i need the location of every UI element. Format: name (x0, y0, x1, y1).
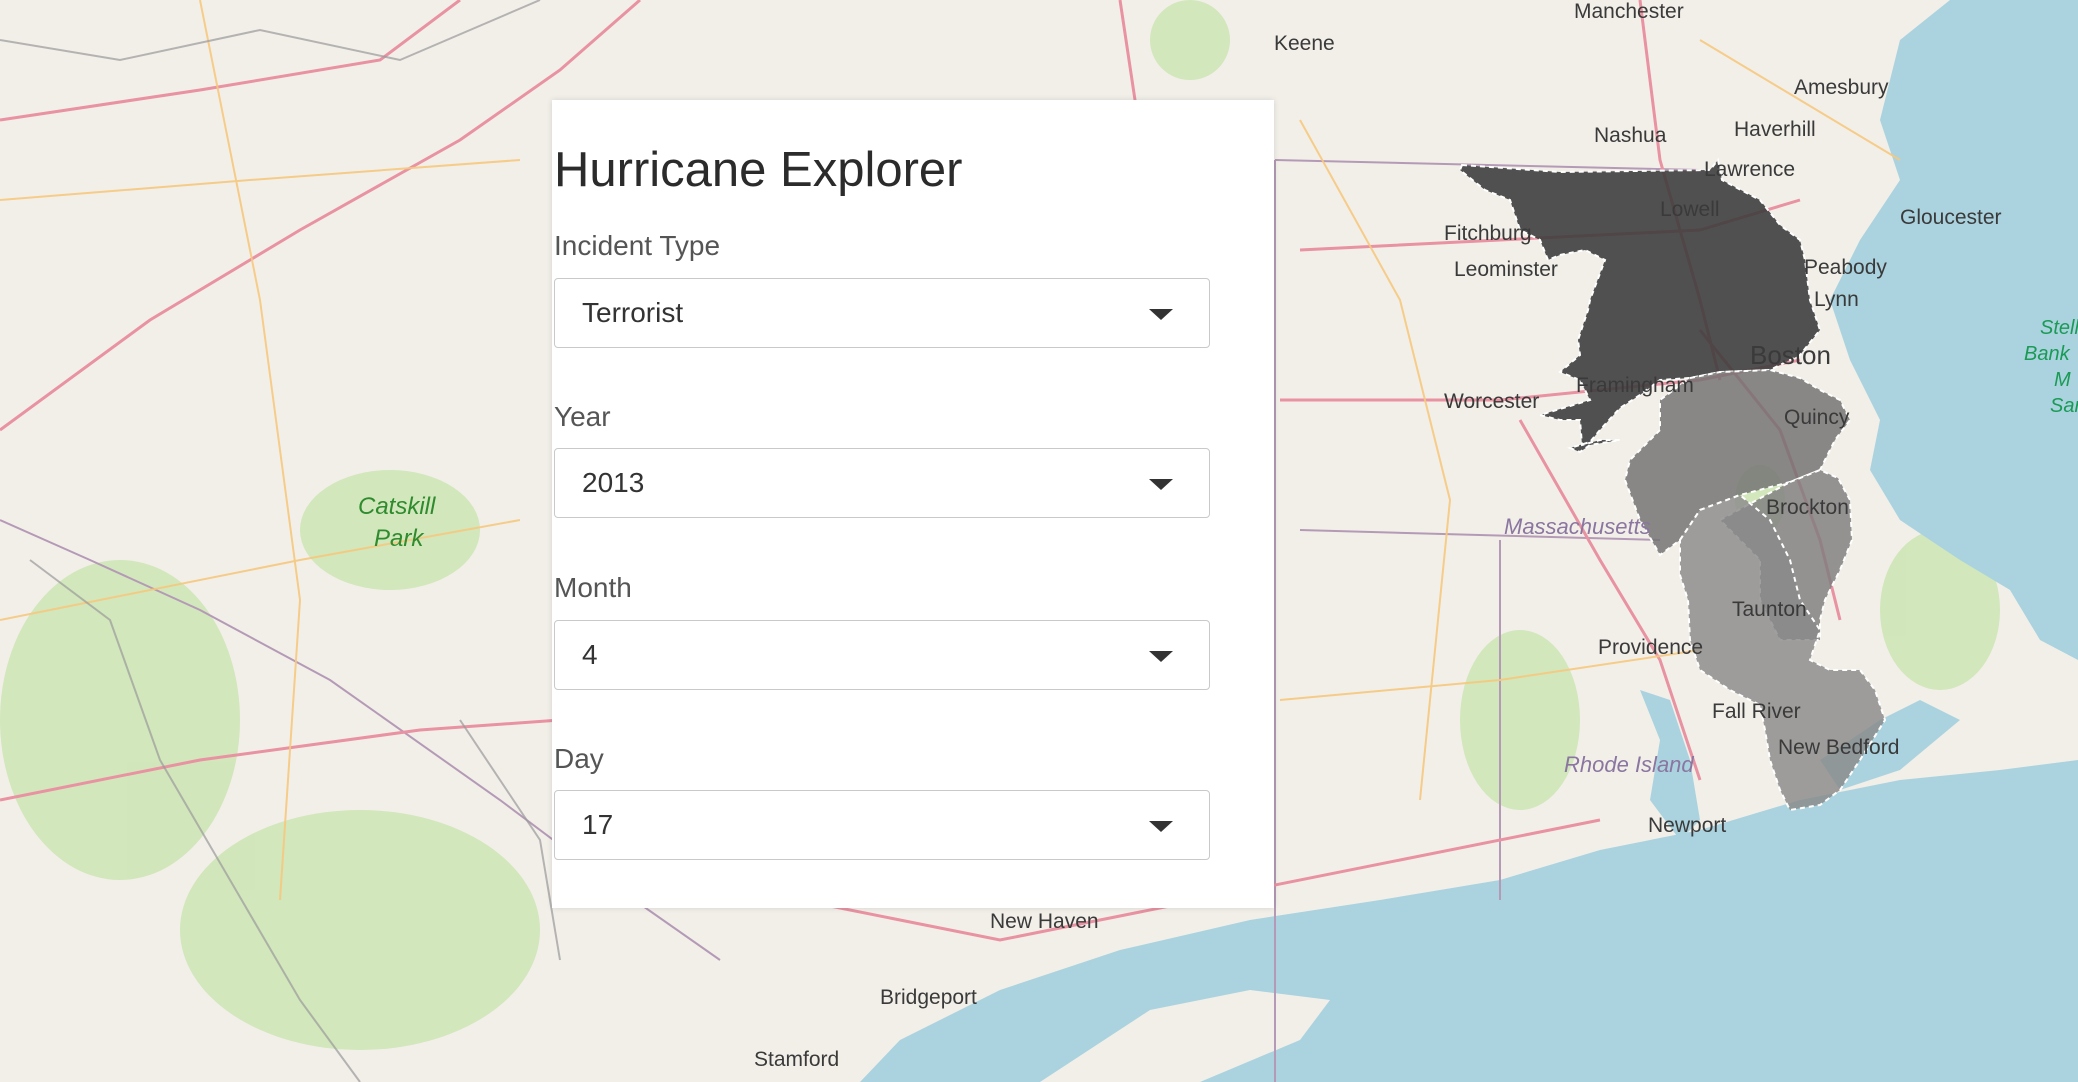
sanctuary-label-line4: San (2050, 395, 2078, 417)
incident-type-label: Incident Type (554, 230, 721, 261)
place-label-fitchburg: Fitchburg (1444, 222, 1532, 245)
day-select[interactable]: 17 (554, 790, 1210, 860)
place-label-lawrence: Lawrence (1704, 158, 1795, 181)
place-label-bridgeport: Bridgeport (880, 986, 977, 1009)
chevron-down-icon (1149, 821, 1173, 832)
place-label-brockton: Brockton (1766, 496, 1849, 519)
place-label-stamford: Stamford (754, 1048, 839, 1071)
place-label-lynn: Lynn (1814, 288, 1859, 311)
filter-panel: Hurricane Explorer Incident Type Terrori… (552, 100, 1274, 908)
place-label-manchester: Manchester (1574, 0, 1684, 23)
place-label-fall-river: Fall River (1712, 700, 1801, 723)
place-label-worcester: Worcester (1444, 390, 1539, 413)
incident-type-value: Terrorist (582, 297, 684, 328)
day-value: 17 (582, 809, 614, 840)
month-value: 4 (582, 639, 598, 670)
place-label-haverhill: Haverhill (1734, 118, 1816, 141)
sanctuary-label-line3: M (2054, 369, 2071, 391)
place-label-taunton: Taunton (1732, 598, 1807, 621)
chevron-down-icon (1149, 479, 1173, 490)
chevron-down-icon (1149, 651, 1173, 662)
place-label-new-haven: New Haven (990, 910, 1099, 933)
state-label-massachusetts: Massachusetts (1504, 514, 1651, 539)
sanctuary-label-line2: Bank (2024, 343, 2071, 365)
month-label: Month (554, 572, 632, 603)
place-label-leominster: Leominster (1454, 258, 1558, 281)
incident-type-select[interactable]: Terrorist (554, 278, 1210, 348)
chevron-down-icon (1149, 309, 1173, 320)
year-label: Year (554, 401, 611, 432)
place-label-quincy: Quincy (1784, 406, 1850, 429)
place-label-newport: Newport (1648, 814, 1726, 837)
place-label-nashua: Nashua (1594, 124, 1667, 147)
year-select[interactable]: 2013 (554, 448, 1210, 518)
place-label-framingham: Framingham (1576, 374, 1694, 397)
place-label-providence: Providence (1598, 636, 1703, 659)
place-label-new-bedford: New Bedford (1778, 736, 1899, 759)
place-label-boston: Boston (1750, 340, 1831, 370)
day-label: Day (554, 743, 604, 774)
sanctuary-label-line1: Stell (2040, 317, 2078, 339)
park-label-line1: Catskill (358, 493, 436, 520)
month-select[interactable]: 4 (554, 620, 1210, 690)
place-label-lowell: Lowell (1660, 198, 1720, 221)
state-label-rhode-island: Rhode Island (1564, 752, 1694, 777)
park-label-line2: Park (374, 525, 425, 552)
place-label-peabody: Peabody (1804, 256, 1887, 279)
year-value: 2013 (582, 467, 645, 498)
place-label-gloucester: Gloucester (1900, 206, 2002, 229)
place-label-amesbury: Amesbury (1794, 76, 1889, 99)
app-title: Hurricane Explorer (554, 143, 963, 197)
place-label-keene: Keene (1274, 32, 1335, 55)
